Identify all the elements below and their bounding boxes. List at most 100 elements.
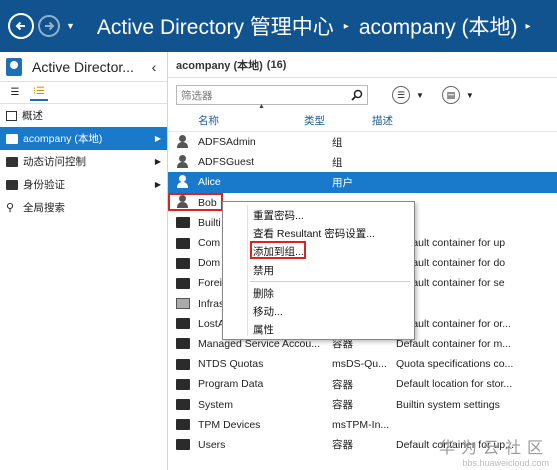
sidebar-item-label: 动态访问控制 <box>23 156 86 168</box>
navigation-title: Active Director... <box>32 58 134 75</box>
cell-name: Users <box>198 438 226 451</box>
context-menu: 重置密码... 查看 Resultant 密码设置... 添加到组... 禁用 … <box>222 201 415 340</box>
cell-description: Default container for m... <box>396 337 511 350</box>
content-title: acompany (本地) <box>176 59 263 72</box>
cell-description: Default container for or... <box>396 317 511 330</box>
folder-icon <box>176 378 190 390</box>
title-bar: ▼ Active Directory 管理中心 ▸ acompany (本地) … <box>0 0 557 52</box>
sidebar-item-label: acompany (本地) <box>23 133 103 145</box>
cell-type: 容器 <box>332 439 353 452</box>
content-header: acompany (本地) (16) <box>168 52 557 78</box>
history-dropdown-icon[interactable]: ▼ <box>66 21 75 31</box>
cell-name: System <box>198 398 234 411</box>
breadcrumb-separator-icon: ▸ <box>343 20 349 32</box>
table-row[interactable]: TPM Devices msTPM-In... <box>168 415 557 435</box>
domain-icon <box>6 133 18 144</box>
menu-separator <box>250 281 410 282</box>
column-name-label: 名称 <box>198 115 219 127</box>
column-description[interactable]: 描述 <box>366 113 393 128</box>
collapse-pane-icon[interactable]: ‹ <box>147 59 161 75</box>
back-arrow-icon <box>15 21 25 31</box>
folder-icon <box>176 277 190 289</box>
list-view-icon[interactable]: ☰ <box>6 85 24 101</box>
container-icon <box>176 298 190 310</box>
menu-item-disable[interactable]: 禁用 <box>253 263 274 278</box>
cell-description: Builtin system settings <box>396 398 500 411</box>
column-header: ▲ 名称 类型 描述 <box>168 103 557 132</box>
table-row[interactable]: System 容器 Builtin system settings <box>168 394 557 414</box>
cell-type: msTPM-In... <box>332 418 390 431</box>
save-icon: ▤ <box>441 86 460 104</box>
sidebar-item-authentication[interactable]: 身份验证 ▶ <box>0 173 167 196</box>
cell-description: Default container for se <box>396 277 505 290</box>
chevron-down-icon: ▼ <box>416 90 424 100</box>
folder-icon <box>176 399 190 411</box>
cell-type: 组 <box>332 136 343 149</box>
table-row[interactable]: Program Data 容器 Default location for stor.… <box>168 374 557 394</box>
tree-view-icon[interactable]: ⁝☰ <box>30 85 48 101</box>
filter-input[interactable]: 筛选器 <box>176 85 368 105</box>
group-icon <box>176 134 190 148</box>
cell-type: 用户 <box>332 176 353 189</box>
navigation-header: Active Director... ‹ <box>0 52 167 82</box>
table-row[interactable]: NTDS Quotas msDS-Qu... Quota specification… <box>168 354 557 374</box>
table-row[interactable]: ADFSAdmin 组 <box>168 132 557 152</box>
expand-arrow-icon[interactable]: ▶ <box>155 180 161 189</box>
cell-name: Alice <box>198 176 221 189</box>
sidebar-item-label: 概述 <box>22 110 43 122</box>
cell-description: Default container for up... <box>396 438 514 451</box>
folder-icon <box>176 338 190 350</box>
forward-arrow-icon <box>45 21 55 31</box>
expand-arrow-icon[interactable]: ▶ <box>155 157 161 166</box>
breadcrumb: Active Directory 管理中心 ▸ acompany (本地) ▸ <box>97 11 531 41</box>
cell-type: 容器 <box>332 378 353 391</box>
column-type-label: 类型 <box>304 115 325 127</box>
user-icon <box>176 174 190 188</box>
group-icon <box>176 154 190 168</box>
save-query-button[interactable]: ▤ ▼ <box>441 86 474 104</box>
folder-icon <box>176 439 190 451</box>
cell-description: Default container for up <box>396 237 506 250</box>
breadcrumb-node[interactable]: acompany (本地) <box>359 11 518 41</box>
expand-arrow-icon[interactable]: ▶ <box>155 134 161 143</box>
active-directory-icon <box>6 57 22 76</box>
cell-type: 组 <box>332 156 343 169</box>
user-icon <box>176 195 190 209</box>
menu-item-reset-password[interactable]: 重置密码... <box>253 208 304 223</box>
content-toolbar: 筛选器 ☰ ▼ ▤ ▼ <box>168 78 557 112</box>
sidebar-item-label: 全局搜索 <box>23 202 65 214</box>
column-description-label: 描述 <box>372 115 393 127</box>
search-icon: ⚲ <box>6 201 15 214</box>
menu-item-view-resultant-password[interactable]: 查看 Resultant 密码设置... <box>253 226 375 241</box>
sidebar-item-global-search[interactable]: ⚲ 全局搜索 <box>0 196 167 219</box>
column-name[interactable]: ▲ 名称 <box>168 103 298 128</box>
folder-icon <box>176 237 190 249</box>
navigation-pane: Active Director... ‹ ☰ ⁝☰ 概述 acompany (本… <box>0 52 168 470</box>
menu-item-properties[interactable]: 属性 <box>253 322 274 337</box>
item-count: (16) <box>266 58 287 71</box>
breadcrumb-expand-icon[interactable]: ▸ <box>526 21 531 32</box>
view-options-button[interactable]: ☰ ▼ <box>392 86 424 104</box>
annotation-highlight-add-to-group <box>250 241 306 259</box>
sort-ascending-icon: ▲ <box>258 103 265 110</box>
table-row[interactable]: Alice 用户 <box>168 172 557 193</box>
folder-icon <box>176 358 190 370</box>
sidebar-item-overview[interactable]: 概述 <box>0 104 167 127</box>
folder-icon <box>6 179 18 190</box>
breadcrumb-app[interactable]: Active Directory 管理中心 <box>97 11 334 41</box>
sidebar-item-dynamic-access-control[interactable]: 动态访问控制 ▶ <box>0 150 167 173</box>
column-type[interactable]: 类型 <box>298 113 366 128</box>
forward-button[interactable] <box>38 15 60 37</box>
menu-item-delete[interactable]: 删除 <box>253 286 274 301</box>
table-row[interactable]: Users 容器 Default container for up... <box>168 435 557 455</box>
folder-icon <box>6 156 18 167</box>
cell-type: 容器 <box>332 399 353 412</box>
cell-name: Program Data <box>198 378 264 391</box>
menu-item-move[interactable]: 移动... <box>253 304 283 319</box>
chevron-down-icon: ▼ <box>465 90 474 100</box>
search-icon[interactable] <box>351 89 363 101</box>
back-button[interactable] <box>8 13 34 39</box>
cell-name: ADFSAdmin <box>198 136 256 149</box>
sidebar-item-acompany[interactable]: acompany (本地) ▶ <box>0 127 167 150</box>
table-row[interactable]: ADFSGuest 组 <box>168 152 557 172</box>
